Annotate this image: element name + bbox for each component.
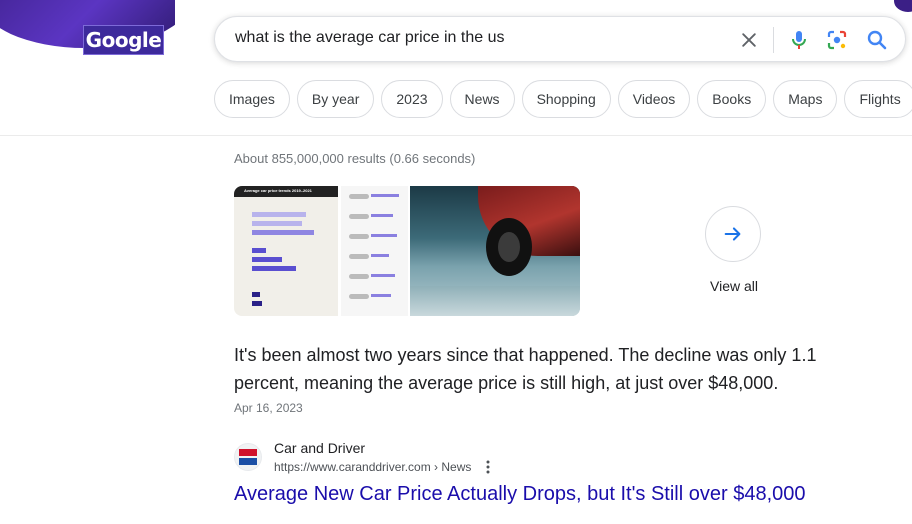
- google-logo[interactable]: Google: [83, 25, 164, 55]
- arrow-right-icon: [724, 227, 741, 241]
- chip-shopping[interactable]: Shopping: [521, 80, 611, 118]
- chart-image-title: Average car price trends 2019–2021: [244, 188, 312, 193]
- logo-text: Google: [85, 28, 162, 52]
- site-favicon[interactable]: [234, 443, 262, 471]
- chip-images[interactable]: Images: [214, 80, 290, 118]
- microphone-icon[interactable]: [787, 28, 811, 52]
- search-box: [214, 16, 906, 62]
- chip-by-year[interactable]: By year: [296, 80, 375, 118]
- chip-flights[interactable]: Flights: [844, 80, 912, 118]
- more-vert-icon[interactable]: [484, 459, 492, 475]
- filter-chips: Images By year 2023 News Shopping Videos…: [214, 80, 912, 118]
- search-icon[interactable]: [865, 28, 889, 52]
- chip-books[interactable]: Books: [697, 80, 767, 118]
- image-price-trends-chart[interactable]: Average car price trends 2019–2021: [234, 186, 338, 316]
- search-input[interactable]: [235, 29, 715, 47]
- chip-news[interactable]: News: [449, 80, 515, 118]
- result-stats: About 855,000,000 results (0.66 seconds): [234, 151, 476, 166]
- car-and-driver-favicon-icon: [239, 449, 257, 465]
- image-results-strip: Average car price trends 2019–2021: [234, 186, 580, 316]
- chip-maps[interactable]: Maps: [773, 80, 838, 118]
- featured-snippet-text: It's been almost two years since that ha…: [234, 345, 817, 393]
- view-all-button[interactable]: [705, 206, 761, 262]
- snippet-date: Apr 16, 2023: [234, 401, 303, 415]
- result-title-link[interactable]: Average New Car Price Actually Drops, bu…: [234, 483, 806, 506]
- search-divider: [773, 27, 774, 53]
- site-url[interactable]: https://www.caranddriver.com › News: [274, 460, 471, 474]
- image-car-price-list[interactable]: [341, 186, 408, 316]
- doodle-corner-shape: [894, 0, 912, 12]
- camera-lens-icon[interactable]: [825, 28, 849, 52]
- view-all-label[interactable]: View all: [704, 278, 764, 294]
- close-icon[interactable]: [739, 30, 759, 50]
- site-name[interactable]: Car and Driver: [274, 440, 365, 456]
- chip-2023[interactable]: 2023: [381, 80, 443, 118]
- image-car-wheel-photo[interactable]: [410, 186, 580, 316]
- chip-videos[interactable]: Videos: [617, 80, 691, 118]
- header-divider: [0, 135, 912, 136]
